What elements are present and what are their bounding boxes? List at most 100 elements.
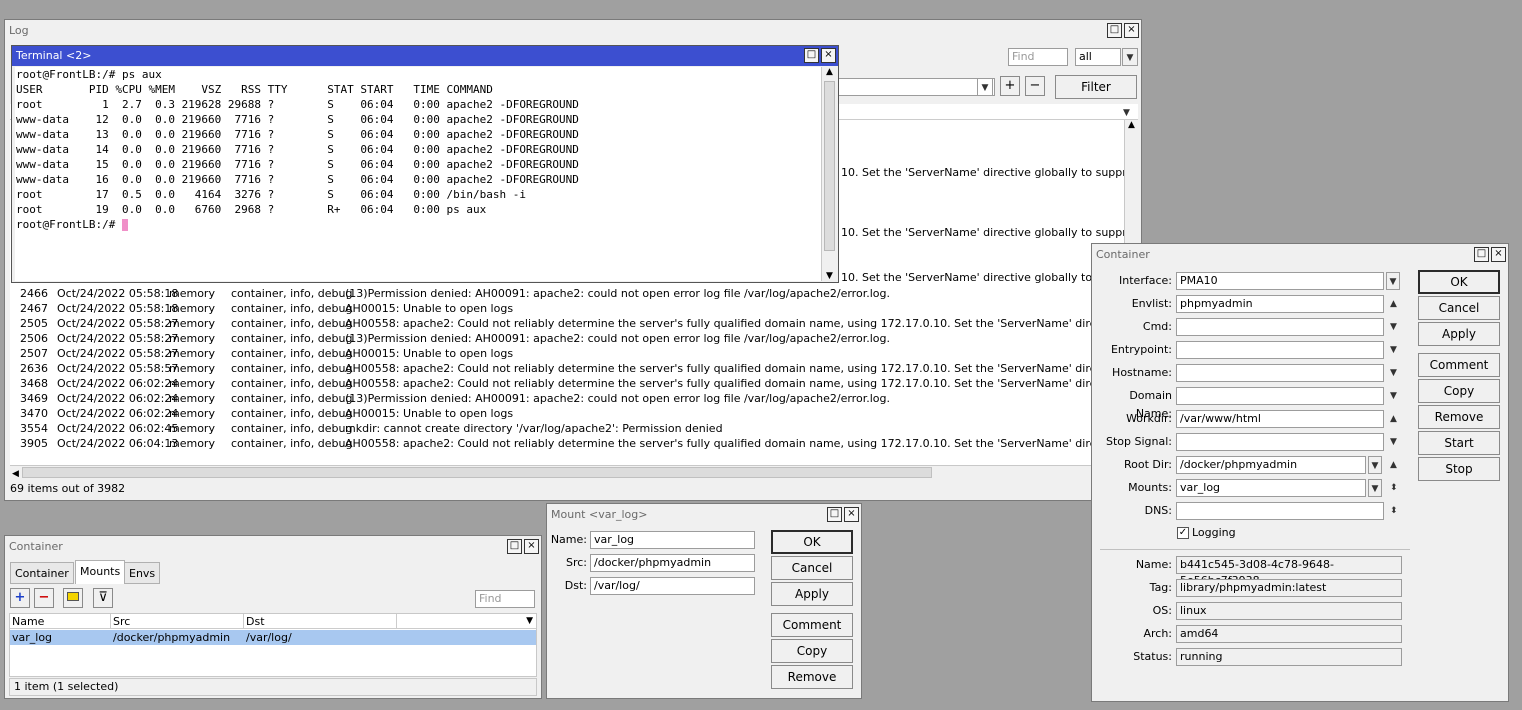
column-menu-icon[interactable]: ▼ bbox=[526, 614, 533, 629]
chevron-down-icon[interactable]: ▼ bbox=[1386, 272, 1400, 290]
close-icon[interactable]: × bbox=[524, 539, 539, 554]
chevron-down-icon[interactable]: ▼ bbox=[977, 78, 993, 96]
expand-icon[interactable]: ▼ bbox=[1390, 318, 1397, 336]
maximize-icon[interactable]: □ bbox=[827, 507, 842, 522]
close-icon[interactable]: × bbox=[821, 48, 836, 63]
tab-envs[interactable]: Envs bbox=[124, 562, 161, 584]
log-titlebar[interactable]: Log □ × bbox=[5, 20, 1141, 42]
container-dialog-titlebar[interactable]: Container □ × bbox=[1092, 244, 1508, 266]
table-row[interactable]: 3468 Oct/24/2022 06:02:24 memory container,… bbox=[12, 376, 1122, 391]
cancel-button[interactable]: Cancel bbox=[1418, 296, 1500, 320]
field-input[interactable] bbox=[1176, 364, 1384, 382]
field-input[interactable]: /docker/phpmyadmin bbox=[1176, 456, 1366, 474]
field-input[interactable]: PMA10 bbox=[1176, 272, 1384, 290]
ok-button[interactable]: OK bbox=[1418, 270, 1500, 294]
up-down-icon[interactable]: ⬍ bbox=[1390, 479, 1398, 497]
cancel-button[interactable]: Cancel bbox=[771, 556, 853, 580]
scroll-up-icon[interactable]: ▲ bbox=[1125, 120, 1138, 130]
comment-button[interactable]: Comment bbox=[1418, 353, 1500, 377]
collapse-icon[interactable]: ▲ bbox=[1390, 295, 1397, 313]
maximize-icon[interactable]: □ bbox=[804, 48, 819, 63]
field-input[interactable]: /var/www/html bbox=[1176, 410, 1384, 428]
field-input[interactable]: phpmyadmin bbox=[1176, 295, 1384, 313]
horizontal-scroll-thumb[interactable] bbox=[22, 467, 932, 478]
close-icon[interactable]: × bbox=[844, 507, 859, 522]
add-filter-icon[interactable]: + bbox=[1000, 76, 1020, 96]
close-icon[interactable]: × bbox=[1124, 23, 1139, 38]
table-row[interactable]: 3469 Oct/24/2022 06:02:24 memory container,… bbox=[12, 391, 1122, 406]
field-input[interactable] bbox=[1176, 341, 1384, 359]
apply-button[interactable]: Apply bbox=[1418, 322, 1500, 346]
column-name[interactable]: Name bbox=[12, 614, 44, 629]
scroll-up-icon[interactable]: ▲ bbox=[822, 67, 837, 77]
up-down-icon[interactable]: ⬍ bbox=[1390, 502, 1398, 520]
log-topic-select[interactable]: all bbox=[1075, 48, 1121, 66]
filter-icon[interactable]: ⊽ bbox=[93, 588, 113, 608]
table-row[interactable]: 2507 Oct/24/2022 05:58:27 memory container,… bbox=[12, 346, 1122, 361]
log-topics: container, info, debug bbox=[231, 347, 353, 360]
container-find-input[interactable]: Find bbox=[475, 590, 535, 608]
field-input[interactable]: var_log bbox=[1176, 479, 1366, 497]
field-input[interactable] bbox=[1176, 318, 1384, 336]
stop-button[interactable]: Stop bbox=[1418, 457, 1500, 481]
terminal-output[interactable]: root@FrontLB:/# ps aux USER PID %CPU %MEM… bbox=[15, 67, 821, 281]
table-row[interactable]: 2467 Oct/24/2022 05:58:18 memory container,… bbox=[12, 301, 1122, 316]
table-row[interactable]: var_log /docker/phpmyadmin /var/log/ bbox=[10, 630, 536, 645]
expand-icon[interactable]: ▼ bbox=[1390, 341, 1397, 359]
mount-src-field[interactable]: /docker/phpmyadmin bbox=[590, 554, 755, 572]
filter-button[interactable]: Filter bbox=[1055, 75, 1137, 99]
mount-dst-field[interactable]: /var/log/ bbox=[590, 577, 755, 595]
terminal-line: root 19 0.0 0.0 6760 2968 ? R+ 06:04 0:0… bbox=[16, 203, 487, 216]
expand-icon[interactable]: ▼ bbox=[1390, 364, 1397, 382]
remove-button[interactable]: Remove bbox=[1418, 405, 1500, 429]
table-row[interactable]: 2636 Oct/24/2022 05:58:57 memory container,… bbox=[12, 361, 1122, 376]
mount-dialog-titlebar[interactable]: Mount <var_log> □ × bbox=[547, 504, 861, 526]
field-input[interactable] bbox=[1176, 387, 1384, 405]
column-dst[interactable]: Dst bbox=[243, 614, 395, 629]
field-input[interactable] bbox=[1176, 433, 1384, 451]
tab-container[interactable]: Container bbox=[10, 562, 74, 584]
remove-icon[interactable]: − bbox=[34, 588, 54, 608]
table-row[interactable]: 3554 Oct/24/2022 06:02:45 memory container,… bbox=[12, 421, 1122, 436]
field-input[interactable] bbox=[1176, 502, 1384, 520]
apply-button[interactable]: Apply bbox=[771, 582, 853, 606]
copy-button[interactable]: Copy bbox=[1418, 379, 1500, 403]
collapse-icon[interactable]: ▲ bbox=[1390, 410, 1397, 428]
comment-button[interactable]: Comment bbox=[771, 613, 853, 637]
terminal-scrollbar[interactable]: ▲ ▼ bbox=[821, 67, 837, 281]
mount-name-field[interactable]: var_log bbox=[590, 531, 755, 549]
chevron-down-icon[interactable]: ▼ bbox=[1368, 456, 1382, 474]
expand-icon[interactable]: ▼ bbox=[1390, 387, 1397, 405]
chevron-down-icon[interactable]: ▼ bbox=[1122, 48, 1138, 66]
close-icon[interactable]: × bbox=[1491, 247, 1506, 262]
table-row[interactable]: 3905 Oct/24/2022 06:04:13 memory container,… bbox=[12, 436, 1122, 451]
table-row[interactable]: 2466 Oct/24/2022 05:58:18 memory container,… bbox=[12, 286, 1122, 301]
maximize-icon[interactable]: □ bbox=[1474, 247, 1489, 262]
maximize-icon[interactable]: □ bbox=[507, 539, 522, 554]
log-find-input[interactable]: Find bbox=[1008, 48, 1068, 66]
scroll-thumb[interactable] bbox=[824, 81, 835, 251]
comment-icon[interactable] bbox=[63, 588, 83, 608]
remove-button[interactable]: Remove bbox=[771, 665, 853, 689]
expand-icon[interactable]: ▼ bbox=[1390, 433, 1397, 451]
table-row[interactable]: 3470 Oct/24/2022 06:02:24 memory container,… bbox=[12, 406, 1122, 421]
maximize-icon[interactable]: □ bbox=[1107, 23, 1122, 38]
scroll-down-icon[interactable]: ▼ bbox=[822, 271, 837, 281]
terminal-titlebar[interactable]: Terminal <2> □ × bbox=[12, 46, 838, 66]
table-row[interactable]: 2505 Oct/24/2022 05:58:27 memory container,… bbox=[12, 316, 1122, 331]
log-horizontal-scrollbar[interactable]: ◀ bbox=[10, 465, 1138, 479]
column-src[interactable]: Src bbox=[110, 614, 240, 629]
tab-mounts[interactable]: Mounts bbox=[75, 560, 126, 584]
scroll-left-icon[interactable]: ◀ bbox=[10, 469, 19, 479]
container-list-titlebar[interactable]: Container □ × bbox=[5, 536, 541, 558]
logging-checkbox[interactable]: ✓ bbox=[1177, 527, 1189, 539]
start-button[interactable]: Start bbox=[1418, 431, 1500, 455]
collapse-icon[interactable]: ▲ bbox=[1390, 456, 1397, 474]
ok-button[interactable]: OK bbox=[771, 530, 853, 554]
copy-button[interactable]: Copy bbox=[771, 639, 853, 663]
chevron-down-icon[interactable]: ▼ bbox=[1368, 479, 1382, 497]
log-id: 3905 bbox=[20, 437, 48, 450]
table-row[interactable]: 2506 Oct/24/2022 05:58:27 memory container,… bbox=[12, 331, 1122, 346]
remove-filter-icon[interactable]: − bbox=[1025, 76, 1045, 96]
add-icon[interactable]: + bbox=[10, 588, 30, 608]
